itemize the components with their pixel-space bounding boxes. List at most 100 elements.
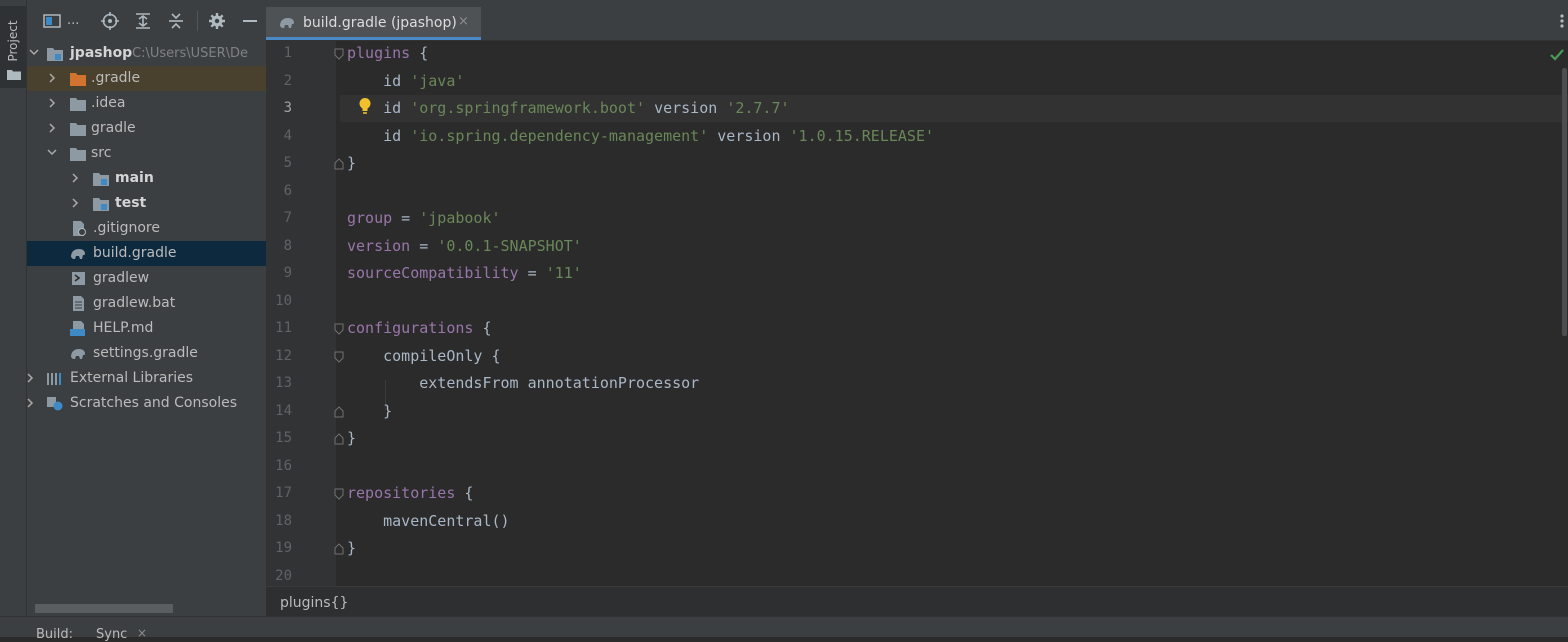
token-keyword: configurations	[347, 319, 474, 337]
sync-tab[interactable]: Sync	[96, 627, 127, 642]
library-icon	[47, 373, 61, 385]
folder-icon	[70, 148, 86, 161]
editor-area: build.gradle (jpashop) × 1 2 3 4 5 6 7 8…	[266, 0, 1568, 617]
tree-item-scratches[interactable]: Scratches and Consoles	[27, 391, 266, 416]
token-keyword: group	[347, 209, 393, 227]
project-view-label[interactable]: ...	[67, 13, 79, 28]
token-plain: {	[455, 484, 474, 502]
text-file-icon	[73, 296, 84, 311]
tree-item-settings-gradle[interactable]: settings.gradle	[27, 341, 266, 366]
line-number: 13	[275, 375, 292, 391]
tree-item-label: settings.gradle	[93, 345, 198, 361]
token-keyword: plugins	[347, 44, 411, 62]
breadcrumb[interactable]: plugins{}	[280, 595, 348, 611]
line-number: 2	[283, 73, 292, 89]
horizontal-scrollbar[interactable]	[35, 604, 173, 613]
token-plain: {	[482, 347, 501, 365]
token-plain: {	[410, 44, 429, 62]
tree-item-gradlew-bat[interactable]: gradlew.bat	[27, 291, 266, 316]
tree-item-dot-idea[interactable]: .idea	[27, 91, 266, 116]
line-number: 15	[275, 430, 292, 446]
line-number: 20	[275, 568, 292, 584]
folder-icon	[70, 123, 86, 136]
hide-panel-icon[interactable]	[241, 12, 259, 30]
line-number: 12	[275, 348, 292, 364]
tree-item-label: HELP.md	[93, 320, 154, 336]
token-plain: =	[518, 264, 546, 282]
close-tab-icon[interactable]: ×	[458, 14, 469, 29]
vertical-scrollbar[interactable]	[1562, 68, 1567, 336]
token-keyword: sourceCompatibility	[347, 264, 519, 282]
line-number: 7	[283, 210, 292, 226]
collapse-all-icon[interactable]	[167, 12, 185, 30]
line-number: 9	[283, 265, 292, 281]
tree-item-label: main	[115, 170, 154, 186]
line-number: 4	[283, 128, 292, 144]
gear-icon[interactable]	[208, 12, 226, 30]
tree-item-test[interactable]: test	[27, 191, 266, 216]
tree-item-label: jpashop	[70, 45, 133, 61]
ignore-file-icon	[73, 221, 86, 236]
token-string: '1.0.15.RELEASE'	[789, 127, 935, 145]
tree-item-label: .gradle	[91, 70, 141, 86]
close-sync-tab-icon[interactable]: ×	[137, 626, 147, 640]
toolbar-separator	[197, 11, 198, 31]
tree-item-dot-gradle[interactable]: .gradle	[27, 66, 266, 91]
line-number: 5	[283, 155, 292, 171]
token-plain: =	[392, 209, 420, 227]
project-panel-toolbar: ...	[27, 0, 266, 40]
no-problems-check-icon[interactable]	[1550, 48, 1564, 62]
project-panel: ... jpashop C:\Users\USER\De .gradle .id…	[27, 0, 266, 616]
token-string: 'org.springframework.boot'	[410, 99, 646, 117]
markdown-file-icon	[70, 321, 85, 336]
tree-item-jpashop[interactable]: jpashop C:\Users\USER\De	[27, 41, 266, 66]
module-folder-icon	[93, 173, 109, 186]
code-editor[interactable]: plugins { id 'java' id 'org.springframew…	[340, 40, 1568, 586]
folder-icon	[70, 73, 86, 86]
chevron-down-icon	[47, 149, 57, 156]
code-line-18: mavenCentral()	[347, 512, 509, 530]
code-line-5: }	[347, 154, 356, 172]
line-number: 19	[275, 540, 292, 556]
tree-item-help-md[interactable]: HELP.md	[27, 316, 266, 341]
project-view-icon[interactable]	[43, 12, 61, 30]
line-number: 18	[275, 513, 292, 529]
tree-item-src[interactable]: src	[27, 141, 266, 166]
chevron-right-icon	[49, 98, 56, 108]
code-line-8: version = '0.0.1-SNAPSHOT'	[347, 237, 582, 255]
tree-item-label: test	[115, 195, 147, 211]
locate-icon[interactable]	[101, 12, 119, 30]
editor-tab-build-gradle[interactable]: build.gradle (jpashop) ×	[266, 7, 481, 40]
token-plain: }	[347, 154, 357, 172]
gradle-elephant-icon	[71, 249, 85, 259]
scratch-icon	[47, 397, 63, 411]
line-number: 17	[275, 485, 292, 501]
code-line-14: }	[347, 402, 392, 420]
tree-item-label: Scratches and Consoles	[70, 395, 237, 411]
line-number-gutter: 1 2 3 4 5 6 7 8 9 10 11 12 13 14 15 16 1…	[266, 40, 344, 586]
line-number: 6	[283, 183, 292, 199]
project-tab-label: Project	[6, 20, 20, 62]
code-line-12: compileOnly {	[347, 347, 501, 365]
tree-item-gradle[interactable]: gradle	[27, 116, 266, 141]
line-number: 1	[283, 45, 292, 61]
more-options-icon[interactable]	[1560, 13, 1564, 29]
token-plain: version	[654, 99, 718, 117]
token-plain: }	[347, 429, 357, 447]
editor-tab-bar: build.gradle (jpashop) ×	[266, 0, 1568, 41]
token-string: '0.0.1-SNAPSHOT'	[437, 237, 582, 255]
token-plain: compileOnly	[383, 347, 483, 365]
module-folder-icon	[47, 48, 63, 61]
project-tool-tab[interactable]: Project	[0, 6, 26, 88]
token-plain: =	[410, 237, 438, 255]
token-plain: version	[717, 127, 781, 145]
tree-item-external-libraries[interactable]: External Libraries	[27, 366, 266, 391]
tree-item-main[interactable]: main	[27, 166, 266, 191]
editor-tab-label: build.gradle (jpashop)	[303, 15, 457, 31]
tree-item-build-gradle[interactable]: build.gradle	[27, 241, 266, 266]
build-tab[interactable]: Build:	[36, 627, 73, 642]
tree-item-gitignore[interactable]: .gitignore	[27, 216, 266, 241]
expand-all-icon[interactable]	[134, 12, 152, 30]
tree-item-label: gradle	[91, 120, 136, 136]
tree-item-gradlew[interactable]: gradlew	[27, 266, 266, 291]
